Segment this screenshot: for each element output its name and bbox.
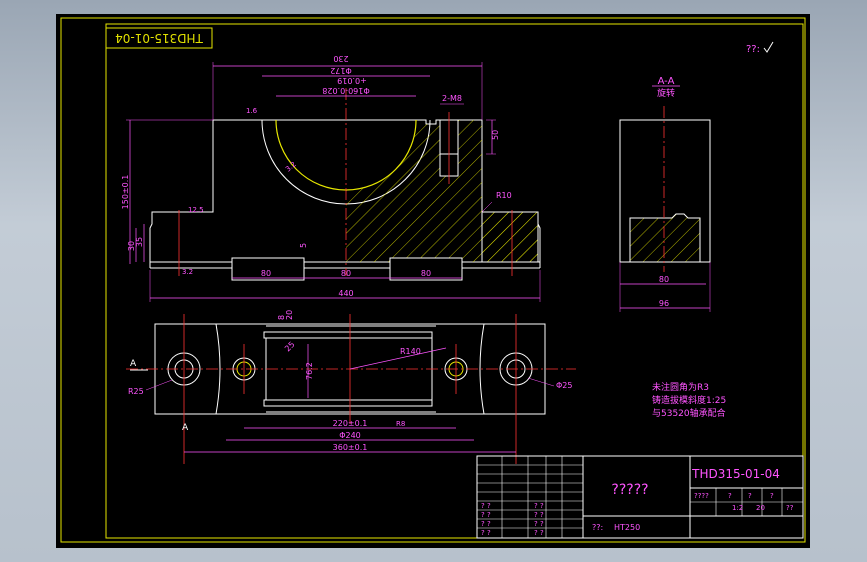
dim-bore-tol-a: +0.019: [337, 76, 367, 85]
title-block: THD315-01-04 ????? ??: HT250 ???? ? ? ? …: [476, 455, 804, 539]
dim-gap: 5: [299, 243, 308, 248]
rough-c: 12.5: [188, 206, 204, 214]
title-q3: ?: [770, 492, 774, 500]
title-left-mark: ? ?: [481, 502, 491, 510]
title-sheet-a: 20: [756, 504, 765, 512]
dim-bore-outer: Φ172: [330, 66, 352, 75]
title-material: HT250: [614, 523, 640, 532]
title-q2: ?: [748, 492, 752, 500]
dim-seg2: 80: [341, 269, 351, 278]
dim-seg3: 80: [421, 269, 431, 278]
title-scale: 1:2: [732, 504, 743, 512]
rough-a: 1.6: [246, 107, 258, 115]
top-dim-r: R8: [396, 420, 405, 428]
section-sub: 旋转: [657, 87, 675, 99]
cad-drawing: THD315-01-04 ??: 230 Φ172 +0.019 Φ160-0.…: [60, 17, 806, 543]
top-dim-width-total: 360±0.1: [333, 443, 368, 452]
code-box: THD315-01-04: [105, 27, 213, 49]
dim-left-height: 150±0.1: [121, 175, 130, 210]
note-line: 与53520轴承配合: [652, 407, 726, 419]
top-view: [126, 314, 576, 464]
dim-bolt-height: 50: [491, 130, 500, 140]
dim-seg1: 80: [261, 269, 271, 278]
top-dim-radius: R140: [400, 347, 421, 356]
title-drawing-no: THD315-01-04: [691, 467, 780, 481]
note-line: 铸造拔模斜度1:25: [652, 394, 726, 406]
code-box-label: THD315-01-04: [115, 31, 204, 45]
front-view: [149, 88, 541, 281]
title-q1: ?: [728, 492, 732, 500]
top-dim-width-a: 220±0.1: [333, 419, 368, 428]
title-mass-label: ????: [694, 492, 709, 500]
rough-d: 3.2: [182, 268, 193, 276]
top-dim-dist1: 76.2: [305, 362, 314, 380]
top-dim-hole-l: R25: [128, 387, 144, 396]
technical-notes: 未注圆角为R3 铸造拔模斜度1:25 与53520轴承配合: [652, 381, 726, 419]
title-mid-mark: ? ?: [534, 520, 544, 528]
section-marker-upper: A: [130, 359, 137, 369]
top-dim-hole-r: Φ25: [556, 381, 572, 390]
check-icon: [763, 41, 774, 53]
title-mid-mark: ? ?: [534, 502, 544, 510]
section-dim-inner: 80: [659, 275, 669, 284]
title-sheet-b: ??: [786, 504, 794, 512]
title-left-mark: ? ?: [481, 529, 491, 537]
title-left-mark: ? ?: [481, 511, 491, 519]
dim-radius: R10: [496, 191, 512, 200]
section-view: A-A 旋转 80 96: [619, 76, 711, 312]
dim-bore-tol-b: Φ160-0.028: [322, 86, 369, 95]
rough-b: 3.2: [284, 160, 298, 173]
surface-symbol: ??:: [746, 44, 760, 55]
title-mid-mark: ? ?: [534, 529, 544, 537]
section-marker-lower: A: [182, 423, 189, 433]
title-material-label: ??:: [592, 523, 603, 532]
top-dim-width-b: Φ240: [339, 431, 361, 440]
dim-base-h2: 35: [135, 237, 144, 247]
dim-width-total: 440: [338, 289, 353, 298]
cad-viewport[interactable]: THD315-01-04 ??: 230 Φ172 +0.019 Φ160-0.…: [56, 14, 810, 548]
dim-groove-depth: 2-M8: [442, 94, 462, 103]
top-dim-h2: 20: [285, 310, 294, 320]
dim-overall-top: 230: [333, 54, 348, 63]
title-left-mark: ? ?: [481, 520, 491, 528]
title-part-name: ?????: [611, 482, 648, 498]
top-dim-inner: 25: [283, 340, 297, 354]
section-label: A-A: [658, 76, 675, 87]
title-mid-mark: ? ?: [534, 511, 544, 519]
note-line: 未注圆角为R3: [652, 381, 709, 393]
section-dim-outer: 96: [659, 299, 669, 308]
